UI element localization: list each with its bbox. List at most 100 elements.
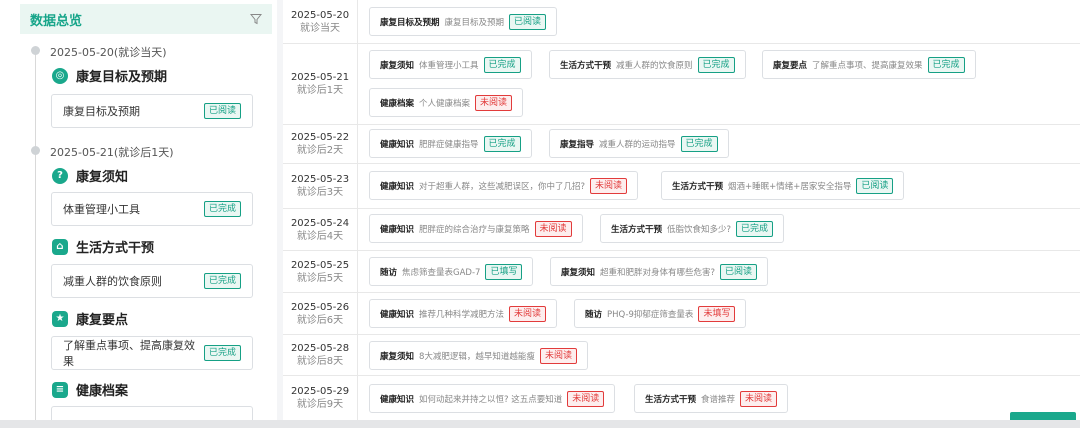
card-title: 生活方式干预	[672, 181, 724, 192]
task-card[interactable]: 生活方式干预 食谱推荐 未阅读	[634, 384, 789, 413]
app-root: 数据总览 2025-05-20(就诊当天) ◎ 康复目标及预期 康复目标及预期 …	[0, 0, 1080, 428]
task-card[interactable]: 生活方式干预 烟酒+睡眠+情绪+居家安全指导 已阅读	[661, 171, 905, 200]
card-title: 健康档案	[380, 98, 415, 109]
table-row: 2025-05-20 就诊当天 康复目标及预期 康复目标及预期 已阅读	[283, 0, 1080, 44]
status-badge: 未阅读	[509, 305, 547, 322]
schedule-table: 2025-05-20 就诊当天 康复目标及预期 康复目标及预期 已阅读 2025…	[283, 0, 1080, 420]
row-relative-day: 就诊后4天	[296, 230, 344, 242]
overview-item[interactable]: 体重管理小工具 已完成	[51, 192, 253, 226]
card-title: 生活方式干预	[611, 224, 663, 235]
item-name: 体重管理小工具	[63, 203, 140, 216]
card-title: 随访	[585, 309, 603, 320]
task-card[interactable]: 康复须知 8大减肥逻辑，越早知道越能瘦 未阅读	[369, 341, 588, 370]
task-card[interactable]: 随访 PHQ-9抑郁症筛查量表 未填写	[574, 299, 747, 328]
overview-title: 数据总览	[30, 13, 83, 29]
row-date: 2025-05-20	[290, 9, 350, 21]
date-cell: 2025-05-24 就诊后4天	[283, 209, 358, 250]
status-badge: 未填写	[698, 305, 736, 322]
date-cell: 2025-05-22 就诊后2天	[283, 125, 358, 163]
row-relative-day: 就诊当天	[300, 22, 340, 34]
timeline-date: 2025-05-21(就诊后1天)	[50, 146, 174, 159]
card-title: 健康知识	[380, 224, 415, 235]
card-desc: PHQ-9抑郁症筛查量表	[607, 309, 694, 320]
status-badge: 已阅读	[509, 13, 547, 30]
section-title[interactable]: ? 康复须知	[52, 166, 128, 185]
status-badge: 未阅读	[590, 177, 628, 194]
overview-item[interactable]: 减重人群的饮食原则 已完成	[51, 264, 253, 298]
row-date: 2025-05-28	[290, 343, 350, 354]
overview-item[interactable]: 康复目标及预期 已阅读	[51, 94, 253, 128]
task-card[interactable]: 随访 焦虑筛查量表GAD-7 已填写	[369, 257, 534, 286]
timeline-dot	[31, 146, 40, 155]
status-badge: 已阅读	[856, 177, 894, 194]
task-card[interactable]: 健康知识 肥胖症的综合治疗与康复策略 未阅读	[369, 214, 583, 243]
task-card[interactable]: 健康知识 对于超重人群，这些减肥误区，你中了几招? 未阅读	[369, 171, 639, 200]
timeline-line	[35, 50, 36, 420]
item-name: 康复目标及预期	[63, 105, 140, 118]
card-desc: 肥胖症健康指导	[419, 139, 479, 150]
task-card[interactable]: 健康知识 如何动起来并持之以恒? 这五点要知道 未阅读	[369, 384, 616, 413]
item-name: 了解重点事项、提高康复效果	[63, 339, 195, 368]
task-card[interactable]: 康复要点 了解重点事项、提高康复效果 已完成	[762, 50, 976, 79]
card-desc: 焦虑筛查量表GAD-7	[402, 267, 481, 278]
section-label: 康复目标及预期	[76, 70, 168, 85]
status-badge: 已阅读	[720, 263, 758, 280]
task-card[interactable]: 康复指导 减重人群的运动指导 已完成	[549, 129, 729, 158]
card-title: 康复须知	[561, 267, 596, 278]
table-row: 2025-05-24 就诊后4天 健康知识 肥胖症的综合治疗与康复策略 未阅读 …	[283, 209, 1080, 251]
card-desc: 低脂饮食知多少?	[667, 224, 732, 235]
task-card[interactable]: 康复须知 超重和肥胖对身体有哪些危害? 已阅读	[550, 257, 769, 286]
date-cell: 2025-05-26 就诊后6天	[283, 293, 358, 334]
section-label: 康复须知	[76, 170, 129, 185]
card-title: 健康知识	[380, 139, 415, 150]
card-desc: 了解重点事项、提高康复效果	[812, 60, 923, 71]
row-relative-day: 就诊后8天	[296, 356, 344, 367]
task-card[interactable]: 健康知识 肥胖症健康指导 已完成	[369, 129, 532, 158]
question-icon: ?	[52, 167, 68, 184]
table-row: 2025-05-23 就诊后3天 健康知识 对于超重人群，这些减肥误区，你中了几…	[283, 164, 1080, 209]
card-title: 康复目标及预期	[380, 17, 440, 28]
row-date: 2025-05-22	[290, 132, 350, 143]
status-badge: 已完成	[736, 220, 774, 237]
task-card[interactable]: 健康档案 个人健康档案 未阅读	[369, 88, 524, 117]
overview-item[interactable]	[51, 406, 253, 420]
status-badge: 未阅读	[567, 390, 605, 407]
section-title[interactable]: ◎ 康复目标及预期	[52, 66, 167, 85]
date-cell: 2025-05-29 就诊后9天	[283, 376, 358, 420]
action-button[interactable]	[1010, 412, 1076, 420]
filter-icon[interactable]	[250, 13, 262, 25]
overview-item[interactable]: 了解重点事项、提高康复效果 已完成	[51, 336, 253, 370]
section-title[interactable]: ⌂ 生活方式干预	[52, 237, 154, 256]
table-row: 2025-05-25 就诊后5天 随访 焦虑筛查量表GAD-7 已填写 康复须知…	[283, 251, 1080, 293]
row-relative-day: 就诊后9天	[296, 399, 344, 410]
task-card[interactable]: 康复须知 体重管理小工具 已完成	[369, 50, 532, 79]
overview-header: 数据总览	[20, 4, 272, 34]
section-label: 生活方式干预	[76, 241, 155, 256]
card-desc: 康复目标及预期	[444, 17, 505, 28]
section-title[interactable]: ≡ 健康档案	[52, 380, 128, 399]
date-cell: 2025-05-23 就诊后3天	[283, 164, 358, 208]
card-desc: 减重人群的运动指导	[599, 139, 676, 150]
status-badge: 已完成	[203, 201, 241, 217]
card-desc: 推荐几种科学减肥方法	[419, 309, 505, 320]
card-title: 健康知识	[380, 309, 415, 320]
task-card[interactable]: 生活方式干预 减重人群的饮食原则 已完成	[549, 50, 746, 79]
task-card[interactable]: 生活方式干预 低脂饮食知多少? 已完成	[600, 214, 785, 243]
row-relative-day: 就诊后3天	[296, 187, 344, 198]
card-title: 康复要点	[773, 60, 808, 71]
status-badge: 已填写	[485, 263, 523, 280]
status-badge: 已完成	[203, 345, 241, 361]
card-title: 随访	[380, 267, 398, 278]
row-relative-day: 就诊后2天	[296, 145, 344, 156]
horizontal-scrollbar[interactable]	[0, 420, 1080, 428]
task-card[interactable]: 健康知识 推荐几种科学减肥方法 未阅读	[369, 299, 558, 328]
card-title: 康复须知	[380, 351, 415, 362]
section-title[interactable]: ★ 康复要点	[52, 309, 128, 328]
status-badge: 已阅读	[203, 103, 241, 119]
status-badge: 已完成	[680, 135, 718, 152]
card-desc: 肥胖症的综合治疗与康复策略	[419, 224, 530, 235]
overview-panel: 数据总览 2025-05-20(就诊当天) ◎ 康复目标及预期 康复目标及预期 …	[0, 0, 277, 420]
row-relative-day: 就诊后5天	[296, 272, 344, 284]
status-badge: 未阅读	[534, 220, 572, 237]
task-card[interactable]: 康复目标及预期 康复目标及预期 已阅读	[369, 7, 558, 36]
